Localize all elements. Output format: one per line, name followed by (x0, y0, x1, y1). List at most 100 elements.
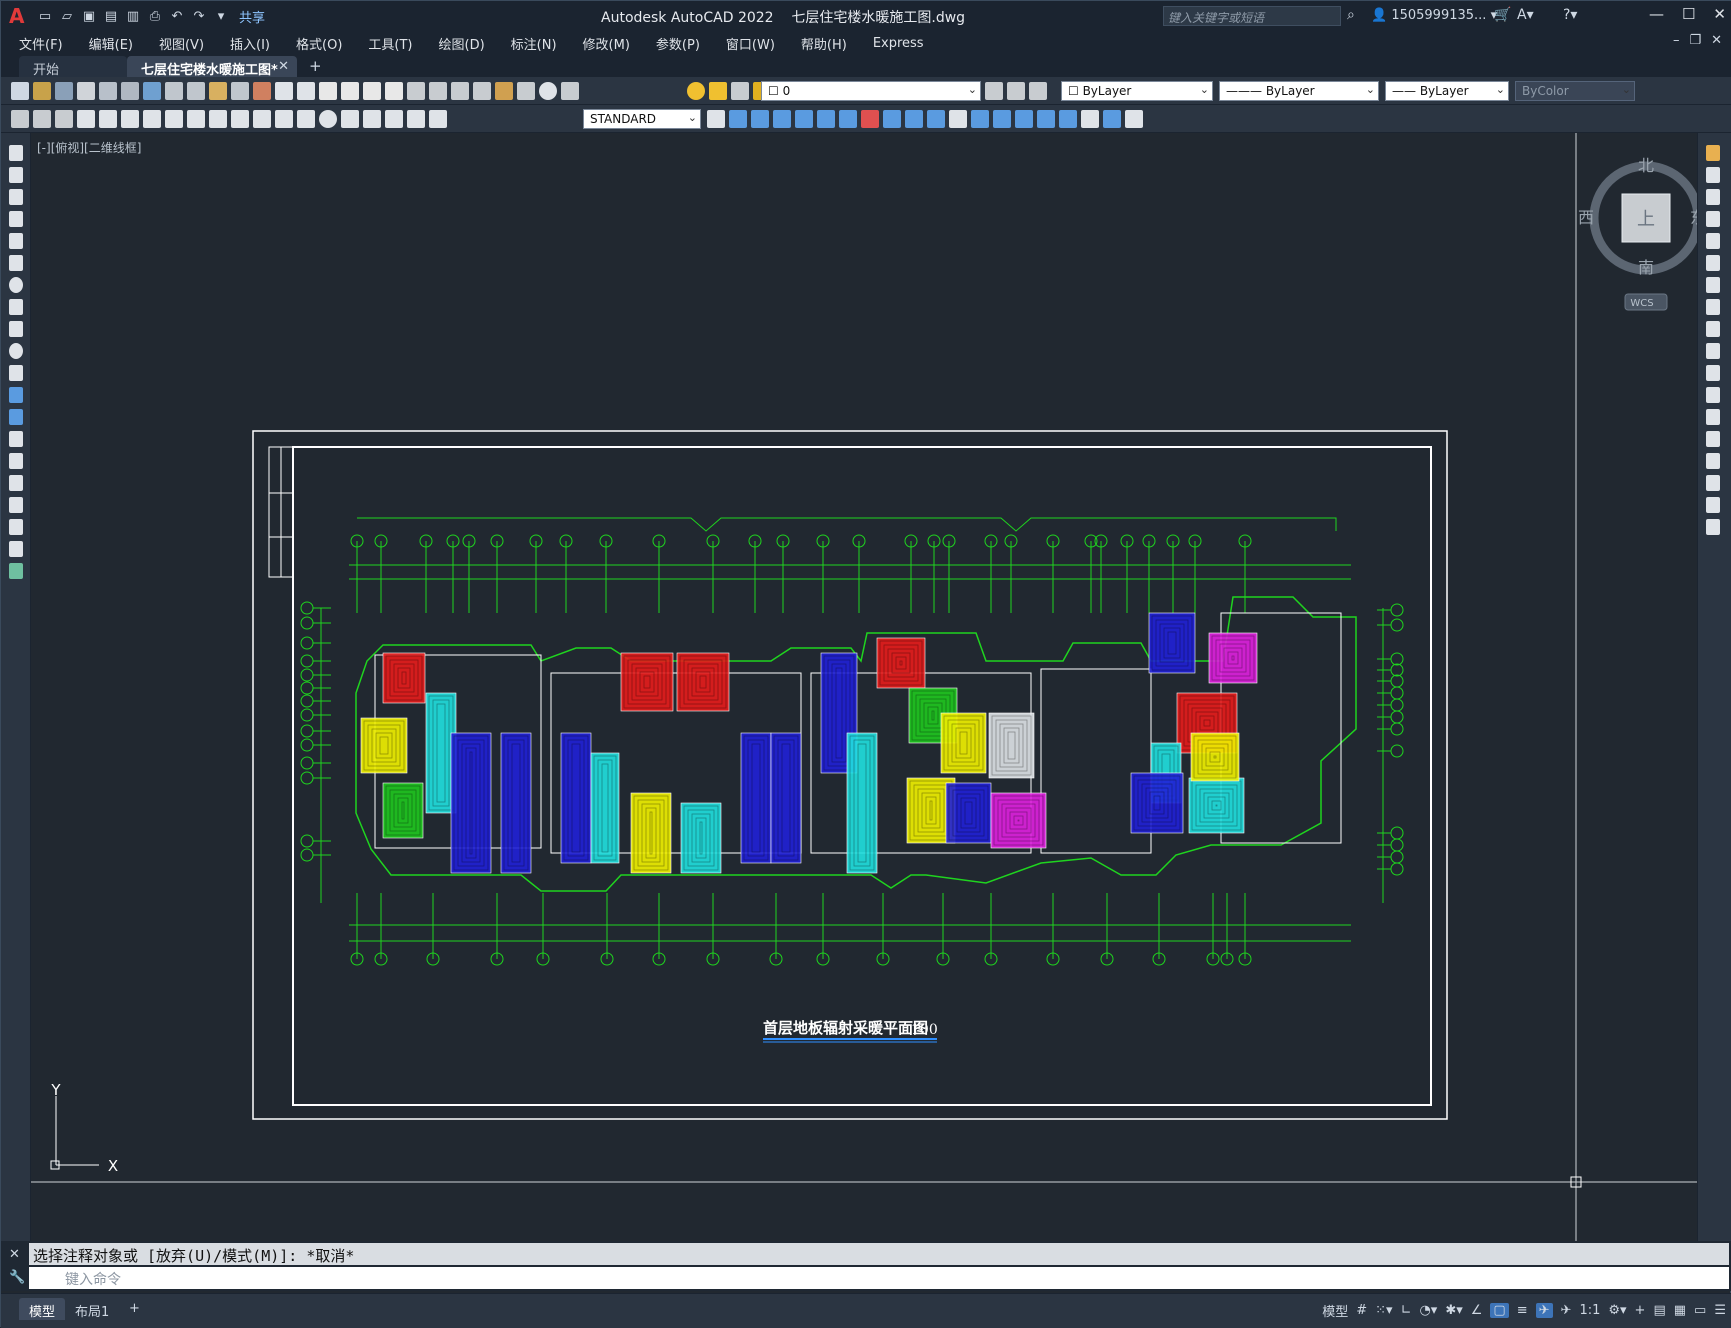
dim-update-icon[interactable] (429, 110, 447, 128)
copy-icon[interactable] (187, 82, 205, 100)
menu-edit[interactable]: 编辑(E) (89, 34, 133, 53)
help-icon[interactable]: ?▾ (1563, 7, 1577, 23)
center-mark-icon[interactable] (319, 110, 337, 128)
add-selected-icon[interactable] (9, 563, 23, 579)
command-input[interactable]: 键入命令 (29, 1267, 1729, 1289)
dim-diameter-icon[interactable] (143, 110, 161, 128)
properties-icon[interactable] (407, 82, 425, 100)
open-file-icon[interactable] (33, 82, 51, 100)
chamfer-icon[interactable] (993, 110, 1011, 128)
save-icon[interactable]: ▣ (81, 8, 97, 24)
fillet-icon[interactable] (1015, 110, 1033, 128)
plot-icon[interactable] (77, 82, 95, 100)
copy-object-icon[interactable] (729, 110, 747, 128)
quick-dim-icon[interactable] (187, 110, 205, 128)
join-icon[interactable] (971, 110, 989, 128)
close-icon[interactable]: ✕ (1713, 5, 1726, 23)
insert-block-icon[interactable] (9, 387, 23, 403)
web-open-icon[interactable]: ▥ (125, 8, 141, 24)
join-side-icon[interactable] (1706, 431, 1720, 447)
preview-icon[interactable] (99, 82, 117, 100)
polygon-icon[interactable] (9, 211, 23, 227)
menu-format[interactable]: 格式(O) (296, 34, 342, 53)
revision-cloud-icon[interactable] (9, 299, 23, 315)
make-current-icon[interactable] (985, 82, 1003, 100)
help-tool-icon[interactable] (539, 82, 557, 100)
viewcube[interactable]: 上 北 南 东 西 WCS (1576, 153, 1697, 323)
menu-parameter[interactable]: 参数(P) (656, 34, 700, 53)
zoom-realtime-icon[interactable] (341, 82, 359, 100)
region-icon[interactable] (9, 497, 23, 513)
mirror-side-icon[interactable] (1706, 189, 1720, 205)
offset-side-icon[interactable] (1706, 211, 1720, 227)
layer-dropdown[interactable]: ☐ 0 ⌄ (761, 81, 981, 101)
dim-aligned-icon[interactable] (33, 110, 51, 128)
menu-express[interactable]: Express (873, 36, 924, 51)
isodraft-icon[interactable]: ✱▾ (1445, 1303, 1462, 1318)
offset-icon[interactable] (773, 110, 791, 128)
tab-drawing[interactable]: 七层住宅楼水暖施工图* ✕ (127, 56, 297, 78)
redo-tool-icon[interactable] (297, 82, 315, 100)
quickcalc-icon[interactable] (517, 82, 535, 100)
make-block-icon[interactable] (9, 409, 23, 425)
hatch-icon[interactable] (9, 453, 23, 469)
compass-north[interactable]: 北 (1638, 156, 1654, 175)
search-icon[interactable]: ⌕ (1347, 7, 1355, 23)
menu-help[interactable]: 帮助(H) (801, 34, 847, 53)
maximize-icon[interactable]: ☐ (1682, 5, 1695, 23)
dim-text-edit-icon[interactable] (407, 110, 425, 128)
dim-ordinate-icon[interactable] (77, 110, 95, 128)
array-icon[interactable] (795, 110, 813, 128)
menu-view[interactable]: 视图(V) (159, 34, 204, 53)
print-icon[interactable]: ⎙ (147, 8, 163, 24)
minimize-icon[interactable]: — (1649, 5, 1664, 23)
polyline-icon[interactable] (9, 189, 23, 205)
menu-dimension[interactable]: 标注(N) (511, 34, 557, 53)
ortho-icon[interactable]: ∟ (1401, 1303, 1412, 1318)
dim-edit-icon[interactable] (385, 110, 403, 128)
dim-baseline-icon[interactable] (209, 110, 227, 128)
spline-icon[interactable] (9, 321, 23, 337)
point-icon[interactable] (9, 431, 23, 447)
break-icon[interactable] (949, 110, 967, 128)
publish-icon[interactable] (121, 82, 139, 100)
inspection-icon[interactable] (341, 110, 359, 128)
layer-properties-icon[interactable] (561, 82, 579, 100)
rotate-side-icon[interactable] (1706, 277, 1720, 293)
trim-side-icon[interactable] (1706, 343, 1720, 359)
polar-icon[interactable]: ◔▾ (1419, 1303, 1437, 1318)
scale-icon[interactable] (861, 110, 879, 128)
osnap-tracking-icon[interactable]: ∠ (1471, 1303, 1483, 1318)
sheet-set-icon[interactable] (473, 82, 491, 100)
dim-jogged-icon[interactable] (121, 110, 139, 128)
model-space-toggle[interactable]: 模型 (1322, 1301, 1348, 1320)
stretch-side-icon[interactable] (1706, 321, 1720, 337)
color-dropdown[interactable]: ☐ ByLayer ⌄ (1061, 81, 1213, 101)
match-properties-icon[interactable] (231, 82, 249, 100)
circle-icon[interactable] (9, 277, 23, 293)
new-tab-icon[interactable]: + (297, 57, 334, 77)
layer-match-icon[interactable] (1007, 82, 1025, 100)
zoom-window-icon[interactable] (363, 82, 381, 100)
doc-restore-icon[interactable]: ❐ (1689, 33, 1701, 48)
blend-icon[interactable] (1706, 497, 1720, 513)
move-icon[interactable] (817, 110, 835, 128)
lineweight-dropdown[interactable]: —— ByLayer ⌄ (1385, 81, 1509, 101)
trim-icon[interactable] (905, 110, 923, 128)
lineweight-toggle-icon[interactable]: ≡ (1517, 1303, 1528, 1318)
ellipse-icon[interactable] (9, 343, 23, 359)
layer-previous-icon[interactable] (1029, 82, 1047, 100)
attribute-icon[interactable] (1081, 110, 1099, 128)
doc-minimize-icon[interactable]: – (1673, 33, 1680, 48)
move-side-icon[interactable] (1706, 255, 1720, 271)
menu-window[interactable]: 窗口(W) (726, 34, 775, 53)
markup-icon[interactable] (495, 82, 513, 100)
save-file-icon[interactable] (55, 82, 73, 100)
command-close-icon[interactable]: ✕ (9, 1247, 20, 1262)
annotation-scale[interactable]: 1:1 (1579, 1303, 1600, 1318)
share-button[interactable]: 共享 (239, 7, 265, 26)
search-input[interactable]: 键入关键字或短语 (1163, 6, 1341, 26)
dim-angular-icon[interactable] (165, 110, 183, 128)
layer-on-icon[interactable] (687, 82, 705, 100)
block-insert-icon[interactable] (1059, 110, 1077, 128)
